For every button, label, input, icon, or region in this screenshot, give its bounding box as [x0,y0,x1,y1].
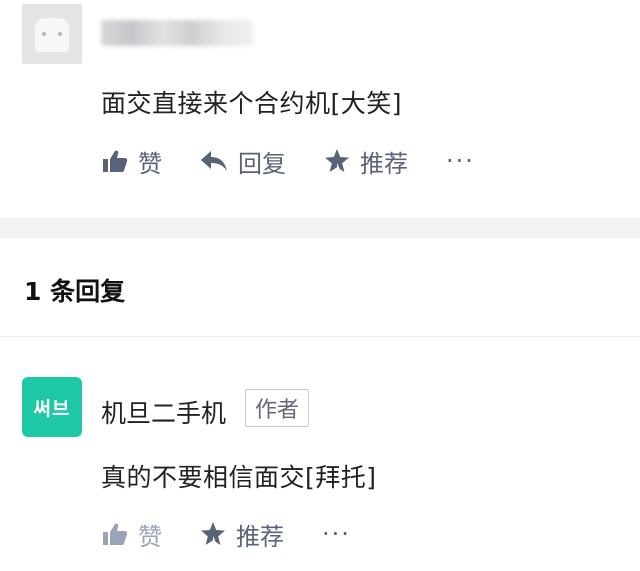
avatar-placeholder-face [35,18,69,52]
reply-actions: 赞 推荐 ··· [102,517,351,551]
more-options-button[interactable]: ··· [446,147,475,175]
reply-like-button[interactable]: 赞 [102,517,162,552]
reply-button[interactable]: 回复 [200,144,286,179]
reply-recommend-button[interactable]: 推荐 [200,517,284,552]
reply-author-name[interactable]: 机旦二手机 [101,394,226,430]
reply-arrow-icon [201,151,227,171]
recommend-label: 推荐 [360,149,408,178]
reply-like-label: 赞 [138,522,162,551]
comment-actions: 赞 回复 推荐 ··· [102,144,475,178]
section-divider [0,218,640,238]
reply-text: 真的不要相信面交[拜托] [101,463,377,492]
reply-recommend-label: 推荐 [236,522,284,551]
recommend-button[interactable]: 推荐 [324,144,408,179]
like-button[interactable]: 赞 [102,144,162,179]
thumbs-up-icon [103,523,128,545]
star-icon [325,149,349,172]
reply-avatar[interactable]: 써브 [22,377,82,437]
commenter-username-blurred[interactable] [101,20,253,46]
reply-more-options-button[interactable]: ··· [322,520,351,548]
reply-avatar-text: 써브 [33,397,71,420]
commenter-avatar[interactable] [22,4,82,64]
comment-card: 面交直接来个合约机[大笑] 赞 回复 推荐 ··· [0,0,640,218]
author-badge: 作者 [245,389,310,427]
thumbs-up-icon [103,150,128,172]
reply-label: 回复 [238,149,286,178]
star-icon [201,522,225,545]
comment-text: 面交直接来个合约机[大笑] [101,89,403,118]
like-label: 赞 [138,149,162,178]
header-divider-line [0,336,640,337]
replies-count-header: 1 条回复 [24,277,126,306]
